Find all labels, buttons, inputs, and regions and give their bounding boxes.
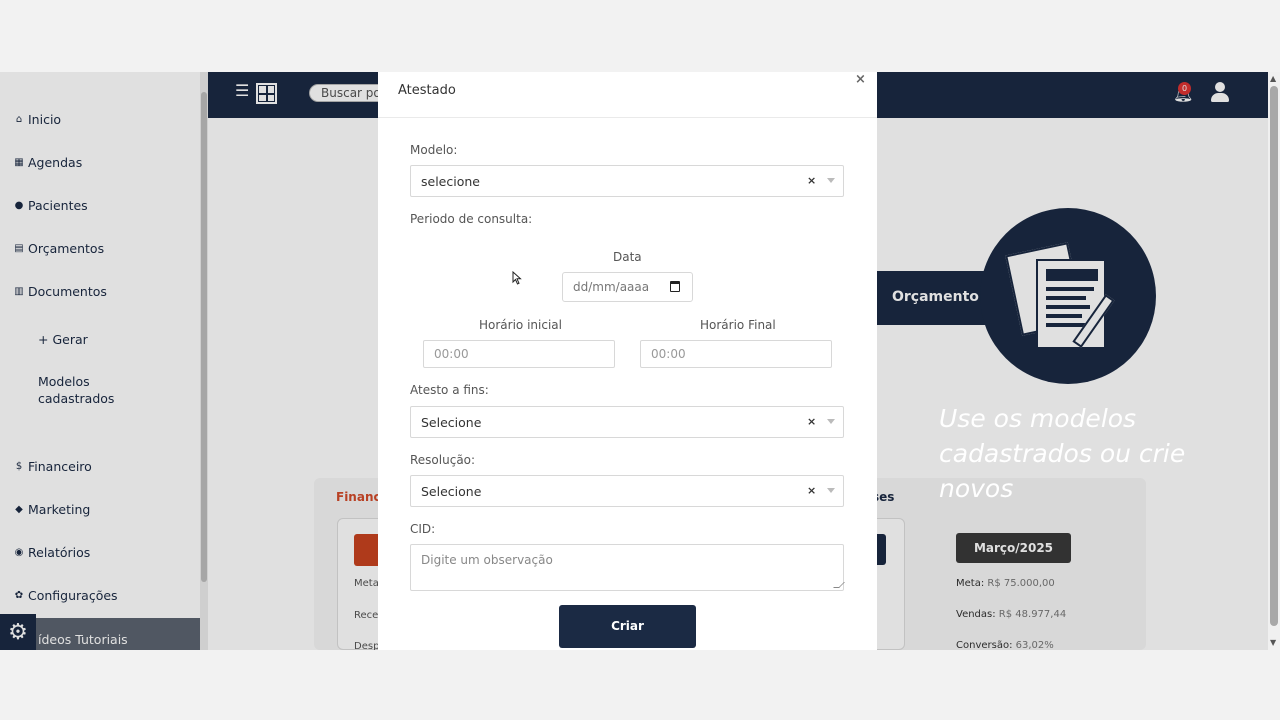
- modelo-select[interactable]: selecione ×: [410, 165, 844, 197]
- cid-textarea[interactable]: Digite um observação: [410, 544, 844, 591]
- modal-divider: [378, 117, 877, 118]
- promo-caption: Use os modelos cadastrados ou crie novos: [939, 401, 1239, 506]
- calendar-icon[interactable]: [670, 281, 680, 292]
- close-icon[interactable]: ×: [855, 72, 866, 87]
- scroll-down-arrow-icon[interactable]: ▼: [1270, 638, 1276, 647]
- horario-inicial-label: Horário inicial: [479, 318, 562, 332]
- modelo-select-value: selecione: [421, 174, 480, 189]
- chevron-down-icon[interactable]: [827, 488, 835, 493]
- horario-final-input[interactable]: 00:00: [640, 340, 832, 368]
- letterbox-bottom: [0, 650, 1280, 720]
- horario-inicial-input[interactable]: 00:00: [423, 340, 615, 368]
- chevron-down-icon[interactable]: [827, 419, 835, 424]
- resolucao-select[interactable]: Selecione ×: [410, 475, 844, 507]
- atesto-select[interactable]: Selecione ×: [410, 406, 844, 438]
- chevron-down-icon[interactable]: [827, 178, 835, 183]
- page-scrollbar-thumb[interactable]: [1270, 86, 1278, 626]
- scroll-up-arrow-icon[interactable]: ▲: [1270, 74, 1276, 83]
- periodo-label: Periodo de consulta:: [410, 212, 533, 226]
- promo-line: novos: [939, 474, 1014, 503]
- resolucao-label: Resolução:: [410, 453, 476, 467]
- horario-final-label: Horário Final: [700, 318, 776, 332]
- criar-button[interactable]: Criar: [559, 605, 696, 648]
- modal-title: Atestado: [398, 83, 456, 98]
- clear-icon[interactable]: ×: [807, 484, 816, 497]
- mouse-cursor-icon: [512, 271, 522, 285]
- atesto-label: Atesto a fins:: [410, 383, 489, 397]
- letterbox-top: [0, 0, 1280, 72]
- promo-line: cadastrados ou crie: [939, 439, 1186, 468]
- resolucao-select-value: Selecione: [421, 484, 482, 499]
- atestado-modal: Atestado × Modelo: selecione × Periodo d…: [378, 72, 877, 650]
- data-label: Data: [613, 250, 642, 264]
- app-window: ⌂ Inicio ▦ Agendas ● Pacientes ▤ Orçamen…: [0, 72, 1280, 650]
- atesto-select-value: Selecione: [421, 415, 482, 430]
- cid-label: CID:: [410, 522, 436, 536]
- clear-icon[interactable]: ×: [807, 415, 816, 428]
- promo-line: Use os modelos: [939, 404, 1137, 433]
- clear-icon[interactable]: ×: [807, 174, 816, 187]
- modelo-label: Modelo:: [410, 143, 458, 157]
